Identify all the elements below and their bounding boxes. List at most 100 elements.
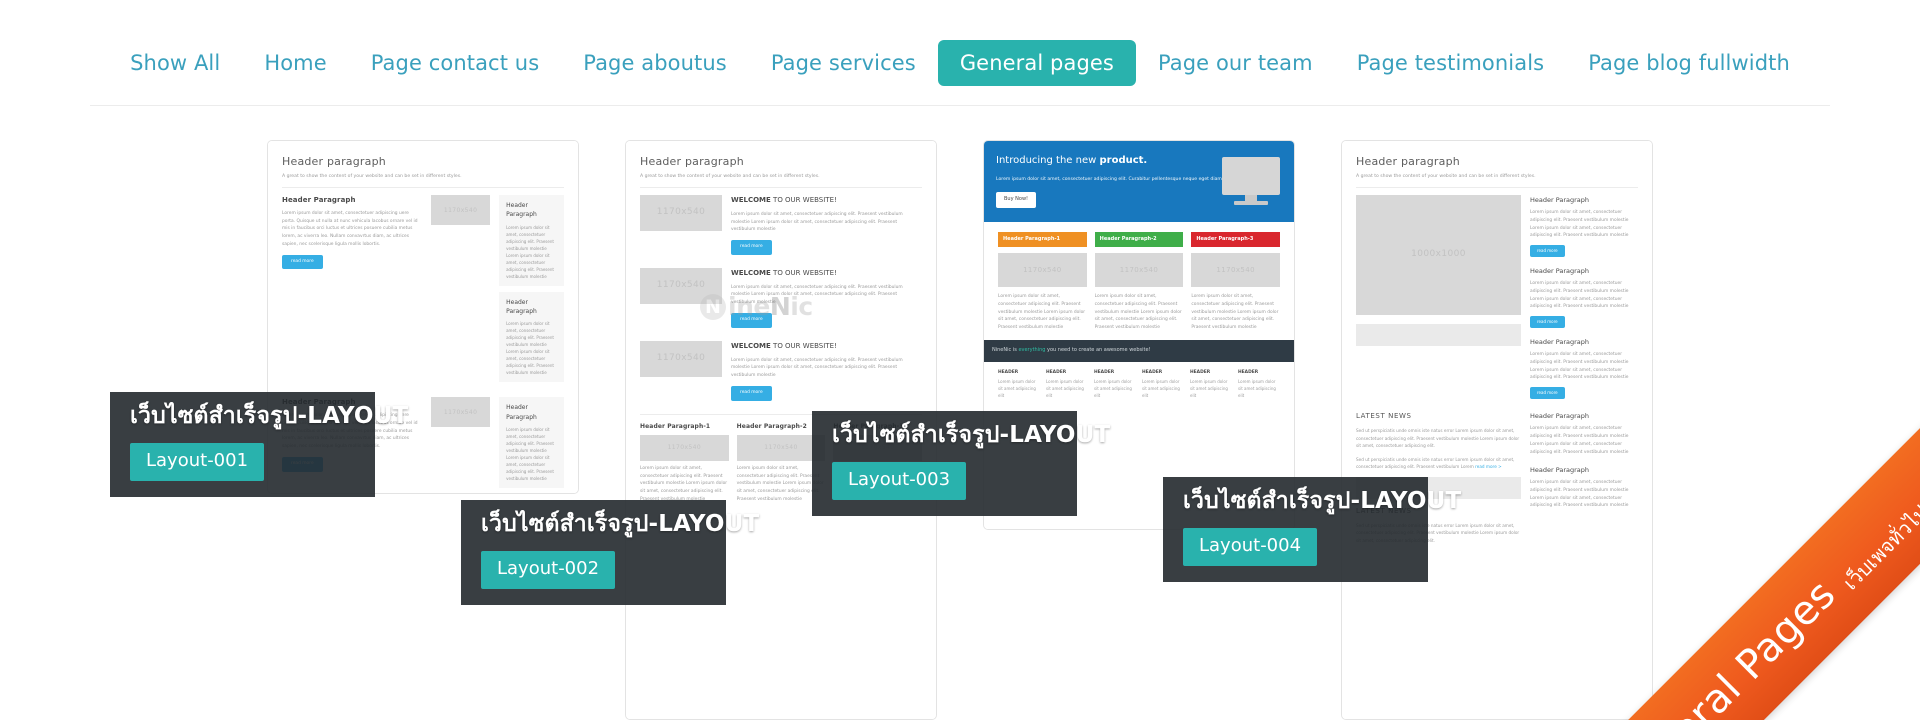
thumb-side-title: Header Paragraph	[1530, 338, 1590, 347]
thumb-row: 1000x1000 Header Paragraph Lorem ipsum d…	[1356, 195, 1638, 400]
footer-body: Lorem ipsum dolor sit amet adipiscing el…	[998, 379, 1036, 398]
thumb-welcome-title: WELCOME TO OUR WEBSITE!	[731, 195, 922, 206]
overlay-title: เว็บไซต์สำเร็จรูป-LAYOUT	[1183, 488, 1462, 514]
thumb-dark-cta-strip: NineNic is everything you need to create…	[984, 339, 1294, 362]
thumb-column-body: Lorem ipsum dolor sit amet, consectetuer…	[1191, 294, 1279, 331]
thumb-welcome-title: WELCOME TO OUR WEBSITE!	[731, 268, 922, 279]
thumb-body-row: Lorem ipsum dolor sit amet, consectetuer…	[998, 293, 1280, 332]
footer-heading: HEADER	[1142, 369, 1163, 375]
filter-item-page-blog-fullwidth[interactable]: Page blog fullwidth	[1566, 40, 1812, 86]
thumb-header: Header paragraph	[282, 155, 386, 168]
welcome-rest: TO OUR WEBSITE!	[770, 196, 837, 205]
layout-overlay-001[interactable]: เว็บไซต์สำเร็จรูป-LAYOUT Layout-001	[110, 392, 408, 497]
thumb-image-placeholder-large: 1000x1000	[1356, 195, 1521, 316]
column-header-red: Header Paragraph-3	[1191, 231, 1281, 248]
filter-item-page-contact-us[interactable]: Page contact us	[349, 40, 562, 86]
thumb-image-placeholder: 1170x540	[640, 195, 722, 232]
hero-title-plain: Introducing the new	[996, 155, 1100, 166]
nav-divider	[90, 105, 1830, 106]
filter-item-page-aboutus[interactable]: Page aboutus	[561, 40, 749, 86]
thumb-image-placeholder: 1170x540	[640, 267, 722, 304]
thumb-image-placeholder: 1170x540	[431, 397, 491, 428]
column-header-orange: Header Paragraph-1	[998, 231, 1087, 248]
welcome-bold: WELCOME	[731, 196, 771, 205]
layout-badge-001[interactable]: Layout-001	[130, 442, 265, 481]
thumb-body: Lorem ipsum dolor sit amet, consectetuer…	[282, 211, 418, 247]
thumb-side-body: Lorem ipsum dolor sit amet, consectetuer…	[1530, 210, 1629, 239]
thumb-image-placeholder: 1170x540	[1191, 253, 1281, 288]
footer-body: Lorem ipsum dolor sit amet adipiscing el…	[1238, 379, 1276, 398]
thumb-header: Header paragraph	[1356, 155, 1460, 168]
filter-item-page-testimonials[interactable]: Page testimonials	[1335, 40, 1566, 86]
thumb-welcome-title: WELCOME TO OUR WEBSITE!	[731, 341, 922, 352]
footer-body: Lorem ipsum dolor sit amet adipiscing el…	[1142, 379, 1180, 398]
news-body: Sed ut perspiciatis unde omnis iste natu…	[1356, 456, 1521, 471]
hero-title-bold: product.	[1099, 155, 1148, 166]
cta-post: you need to create an awesome website!	[1045, 346, 1151, 353]
thumb-image-placeholder: 1170x540	[640, 434, 729, 461]
footer-heading: HEADER	[1046, 369, 1067, 375]
thumb-footer-row: HEADER Lorem ipsum dolor sit amet adipisc…	[998, 370, 1280, 400]
thumb-column-title: Header Paragraph-1	[640, 422, 711, 430]
column-header-green: Header Paragraph-2	[1094, 231, 1184, 248]
cta-pre: NineNic is	[992, 346, 1019, 353]
thumb-read-more-button: read more	[1530, 245, 1565, 258]
thumb-side-card: Header Paragraph Lorem ipsum dolor sit a…	[499, 397, 564, 488]
thumb-read-more-button: read more	[731, 385, 772, 401]
footer-column: HEADER Lorem ipsum dolor sit amet adipisc…	[998, 370, 1040, 400]
layout-overlay-002[interactable]: เว็บไซต์สำเร็จรูป-LAYOUT Layout-002	[461, 500, 760, 605]
monitor-screen	[1222, 157, 1280, 195]
filter-item-show-all[interactable]: Show All	[108, 40, 242, 86]
overlay-title: เว็บไซต์สำเร็จรูป-LAYOUT	[481, 511, 760, 537]
layout-overlay-003[interactable]: เว็บไซต์สำเร็จรูป-LAYOUT Layout-003	[812, 411, 1111, 516]
thumb-side-body: Lorem ipsum dolor sit amet, consectetuer…	[506, 224, 554, 279]
thumb-welcome-block: 1170x540 WELCOME TO OUR WEBSITE! Lorem i…	[640, 267, 922, 328]
thumb-side-title: Header Paragraph	[1530, 267, 1590, 276]
overlay-title: เว็บไซต์สำเร็จรูป-LAYOUT	[832, 422, 1111, 448]
thumb-divider	[640, 187, 922, 189]
thumb-read-more-button: read more	[731, 312, 772, 328]
monitor-base	[1234, 201, 1268, 205]
thumb-side-body: Lorem ipsum dolor sit amet, consectetuer…	[506, 426, 554, 481]
thumb-placeholder-row: 1170x540 1170x540 1170x540	[998, 253, 1281, 288]
footer-column: HEADER Lorem ipsum dolor sit amet adipisc…	[1094, 370, 1136, 400]
thumb-side-title: Header Paragraph	[506, 404, 537, 421]
news-body: Sed ut perspiciatis unde omnis iste natu…	[1356, 428, 1520, 449]
filter-item-page-our-team[interactable]: Page our team	[1136, 40, 1335, 86]
welcome-rest: TO OUR WEBSITE!	[770, 268, 837, 277]
buy-now-button: Buy Now!	[996, 191, 1037, 208]
layout-badge-002[interactable]: Layout-002	[481, 550, 616, 589]
thumb-side-body: Lorem ipsum dolor sit amet, consectetuer…	[1530, 281, 1629, 310]
thumb-read-more-button: read more	[731, 240, 772, 255]
thumb-side-title: Header Paragraph	[1530, 466, 1590, 475]
filter-item-page-services[interactable]: Page services	[749, 40, 938, 86]
footer-body: Lorem ipsum dolor sit amet adipiscing el…	[1046, 379, 1084, 398]
thumb-body: Lorem ipsum dolor sit amet, consectetuer…	[731, 212, 903, 233]
layout-overlay-004[interactable]: เว็บไซต์สำเร็จรูป-LAYOUT Layout-004	[1163, 477, 1462, 582]
thumb-column-body: Lorem ipsum dolor sit amet, consectetuer…	[640, 465, 728, 502]
thumb-image-placeholder: 1170x540	[431, 195, 491, 226]
thumb-side-body: Lorem ipsum dolor sit amet, consectetuer…	[506, 321, 554, 376]
thumb-column: Header Paragraph-1 1170x540 Lorem ipsum …	[640, 422, 729, 504]
thumb-colored-header-row: Header Paragraph-1 Header Paragraph-2 He…	[998, 231, 1281, 248]
filter-item-general-pages[interactable]: General pages	[937, 40, 1136, 86]
thumb-subheader: A great to show the content of your webs…	[1356, 174, 1536, 180]
layout-badge-003[interactable]: Layout-003	[832, 461, 967, 500]
thumb-image-placeholder: 1170x540	[998, 253, 1087, 288]
thumb-image-placeholder: 1170x540	[1094, 253, 1184, 288]
layout-thumbnail-004: Header paragraph A great to show the con…	[1342, 141, 1652, 719]
thumb-side-title: Header Paragraph	[506, 202, 537, 219]
thumb-read-more-button: read more	[1530, 387, 1565, 400]
layout-badge-004[interactable]: Layout-004	[1183, 527, 1318, 566]
thumb-side-title: Header Paragraph	[506, 298, 537, 316]
footer-column: HEADER Lorem ipsum dolor sit amet adipisc…	[1142, 370, 1184, 400]
layout-card-004[interactable]: Header paragraph A great to show the con…	[1341, 140, 1653, 720]
footer-heading: HEADER	[1190, 369, 1211, 375]
thumb-subheader: A great to show the content of your webs…	[640, 174, 820, 180]
thumb-subheader: A great to show the content of your webs…	[282, 174, 462, 180]
thumb-section-title: Header Paragraph	[282, 196, 356, 205]
filter-item-home[interactable]: Home	[242, 40, 348, 86]
footer-body: Lorem ipsum dolor sit amet adipiscing el…	[1190, 379, 1228, 398]
thumb-row: Header Paragraph Lorem ipsum dolor sit a…	[282, 195, 564, 388]
thumb-column-body: Lorem ipsum dolor sit amet, consectetuer…	[998, 294, 1086, 331]
